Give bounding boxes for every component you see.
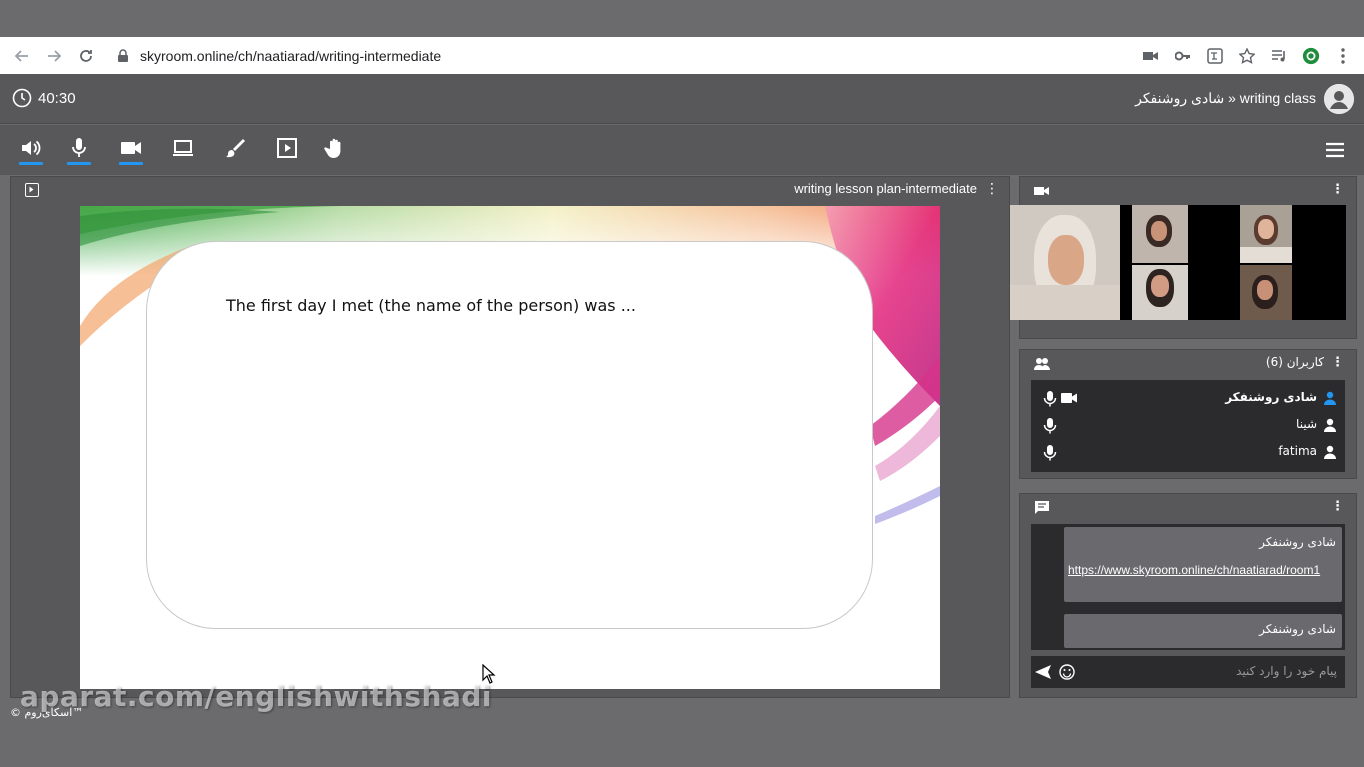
- speaker-icon: [22, 140, 41, 156]
- users-panel: کاربران (6) ⋮ شادی روشنفکر شینا fatima: [1019, 349, 1357, 479]
- user-name: شادی روشنفکر: [1225, 390, 1317, 404]
- slide-text: The first day I met (the name of the per…: [226, 296, 636, 315]
- watermark-text: aparat.com/englishwithshadi: [20, 680, 492, 713]
- user-icon: [1324, 445, 1336, 459]
- presentation-toggle-icon[interactable]: [25, 183, 39, 197]
- lock-icon: [118, 48, 128, 62]
- emoji-icon[interactable]: [1059, 664, 1075, 680]
- whiteboard-button[interactable]: [222, 137, 248, 167]
- screen-share-button[interactable]: [170, 137, 196, 167]
- presentation-options-icon[interactable]: ⋮: [985, 181, 999, 197]
- room-title: شادی روشنفکر » writing class: [1135, 90, 1316, 106]
- user-icon: [1324, 391, 1336, 405]
- media-button[interactable]: [274, 137, 300, 167]
- video-tile[interactable]: [1132, 205, 1188, 263]
- presentation-panel: writing lesson plan-intermediate ⋮ The f…: [10, 176, 1010, 698]
- video-panel: ⋮: [1010, 176, 1357, 339]
- chat-panel: ⋮ شادی روشنفکر https://www.skyroom.onlin…: [1019, 493, 1357, 698]
- microphone-button[interactable]: [66, 137, 92, 167]
- profile-avatar-icon[interactable]: [1324, 84, 1354, 114]
- url-text: skyroom.online/ch/naatiarad/writing-inte…: [140, 47, 442, 64]
- speaker-button[interactable]: [18, 137, 44, 167]
- browser-toolbar: skyroom.online/ch/naatiarad/writing-inte…: [0, 37, 1364, 74]
- camera-icon: [121, 142, 141, 154]
- microphone-icon[interactable]: [1043, 391, 1057, 407]
- presentation-slide: The first day I met (the name of the per…: [80, 206, 940, 689]
- address-bar[interactable]: skyroom.online/ch/naatiarad/writing-inte…: [116, 41, 1142, 71]
- users-group-icon: [1034, 358, 1050, 370]
- send-icon[interactable]: [1035, 664, 1051, 680]
- presentation-name: writing lesson plan-intermediate: [794, 181, 977, 196]
- message-author: شادی روشنفکر: [1259, 535, 1336, 549]
- session-timer: 40:30: [12, 88, 76, 108]
- video-tile[interactable]: [1240, 265, 1292, 320]
- chat-message: شادی روشنفکر: [1064, 614, 1342, 648]
- media-play-icon: [277, 138, 297, 158]
- screen-bottom-margin: [0, 728, 1364, 767]
- video-options-icon[interactable]: ⋮: [1331, 182, 1344, 197]
- user-name: fatima: [1278, 444, 1317, 458]
- user-icon: [1324, 418, 1336, 432]
- bookmark-star-icon[interactable]: [1238, 47, 1256, 65]
- timer-text: 40:30: [38, 89, 76, 107]
- extension-icon[interactable]: [1302, 47, 1320, 65]
- back-icon[interactable]: [6, 40, 38, 72]
- chat-icon: [1035, 501, 1049, 514]
- copyright-text: © اسکای‌روم™: [10, 706, 84, 719]
- camera-button[interactable]: [118, 137, 144, 167]
- message-link[interactable]: https://www.skyroom.online/ch/naatiarad/…: [1068, 559, 1338, 581]
- microphone-icon[interactable]: [1043, 418, 1057, 434]
- app-header: 40:30 شادی روشنفکر » writing class: [0, 74, 1364, 124]
- browser-menu-icon[interactable]: [1334, 47, 1352, 65]
- chat-input[interactable]: پیام خود را وارد کنید: [1031, 656, 1345, 688]
- forward-icon[interactable]: [38, 40, 70, 72]
- hamburger-menu-icon[interactable]: [1324, 139, 1346, 161]
- video-tile[interactable]: [1010, 205, 1120, 320]
- translate-icon[interactable]: [1206, 47, 1224, 65]
- chat-placeholder: پیام خود را وارد کنید: [1236, 664, 1337, 678]
- message-author: شادی روشنفکر: [1259, 622, 1336, 636]
- user-name: شینا: [1296, 417, 1317, 431]
- user-row[interactable]: شادی روشنفکر: [1031, 385, 1345, 411]
- user-row[interactable]: شینا: [1031, 412, 1345, 438]
- video-tile[interactable]: [1132, 265, 1188, 320]
- classroom-toolbar: [0, 125, 1364, 175]
- camera-icon[interactable]: [1061, 392, 1077, 404]
- microphone-icon: [72, 138, 86, 157]
- clock-icon: [12, 88, 32, 108]
- video-grid: [1010, 205, 1346, 320]
- brush-icon: [226, 139, 245, 158]
- video-camera-icon: [1034, 187, 1049, 195]
- key-icon[interactable]: [1174, 47, 1192, 65]
- slide-content-card: The first day I met (the name of the per…: [146, 241, 873, 629]
- users-list: شادی روشنفکر شینا fatima: [1031, 380, 1345, 472]
- chat-messages: شادی روشنفکر https://www.skyroom.online/…: [1031, 524, 1345, 650]
- chat-message: شادی روشنفکر https://www.skyroom.online/…: [1064, 527, 1342, 602]
- users-options-icon[interactable]: ⋮: [1331, 355, 1344, 370]
- video-tile[interactable]: [1240, 205, 1292, 263]
- media-control-icon[interactable]: [1270, 47, 1288, 65]
- user-row[interactable]: fatima: [1031, 439, 1345, 465]
- screen-top-margin: [0, 0, 1364, 37]
- mouse-cursor-icon: [482, 664, 496, 684]
- screen-share-icon: [173, 140, 193, 156]
- reload-icon[interactable]: [70, 40, 102, 72]
- users-title: کاربران (6): [1265, 355, 1324, 369]
- camera-permission-icon[interactable]: [1142, 47, 1160, 65]
- raise-hand-icon: [324, 138, 341, 158]
- raise-hand-button[interactable]: [322, 137, 348, 167]
- chat-options-icon[interactable]: ⋮: [1331, 499, 1344, 514]
- microphone-icon[interactable]: [1043, 445, 1057, 461]
